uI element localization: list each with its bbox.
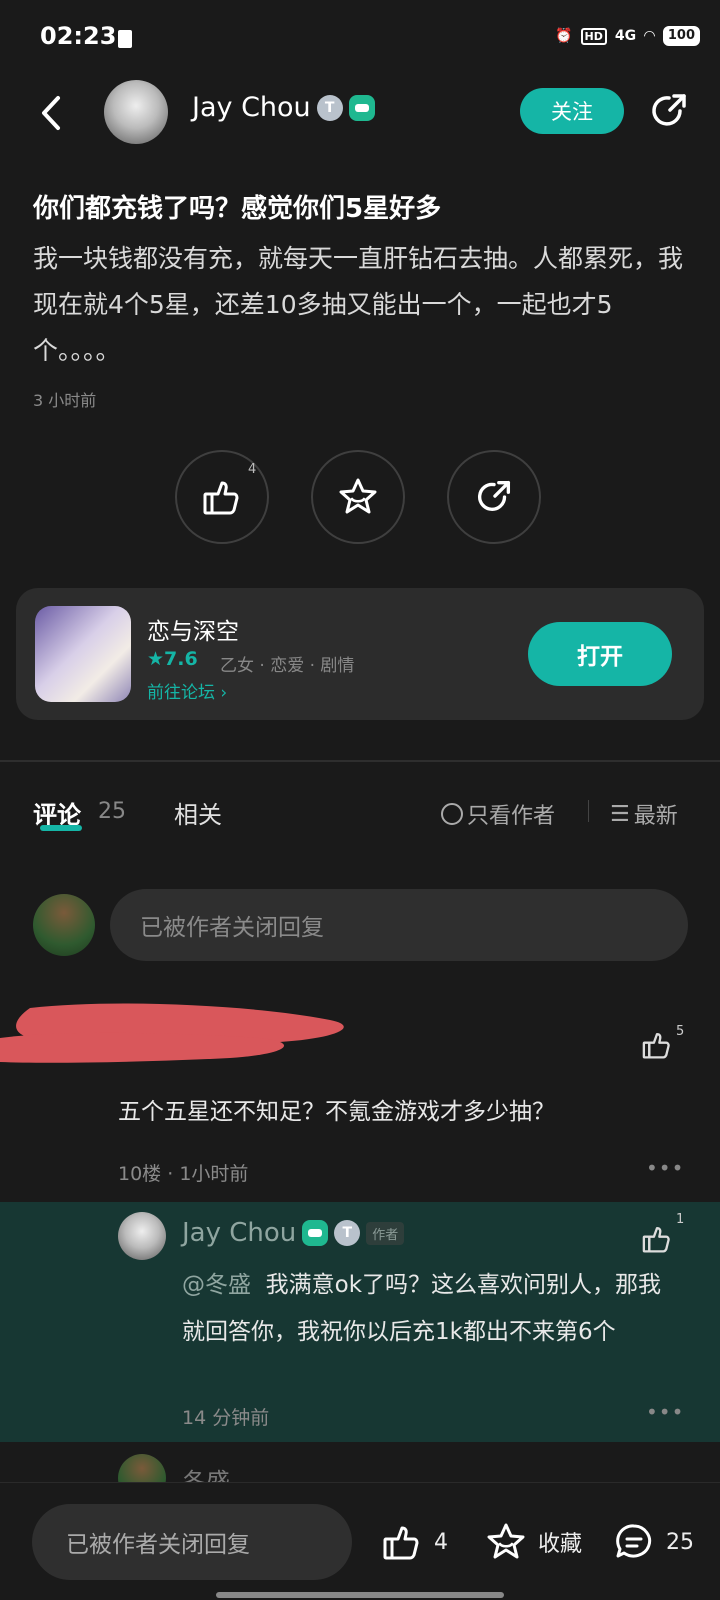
thumbs-up-icon bbox=[642, 1227, 670, 1253]
sort-toggle[interactable]: ☰ 最新 bbox=[610, 798, 678, 830]
author-info[interactable]: Jay Chou T bbox=[192, 92, 375, 123]
hd-icon: HD bbox=[580, 27, 607, 45]
forum-link[interactable]: 前往论坛 › bbox=[147, 678, 227, 703]
reply-like-button[interactable] bbox=[640, 1222, 674, 1260]
bottom-favorite-label: 收藏 bbox=[538, 1532, 583, 1557]
favorite-button[interactable] bbox=[311, 450, 405, 544]
reply-mention[interactable]: @冬盛 bbox=[182, 1272, 251, 1298]
bottom-like-count: 4 bbox=[434, 1529, 448, 1555]
sort-label: 最新 bbox=[633, 804, 678, 829]
comment-text: 五个五星还不知足？不氪金游戏才多少抽？ bbox=[118, 1099, 555, 1125]
radio-icon bbox=[441, 803, 463, 825]
app-rating: ★7.6 bbox=[147, 648, 198, 670]
back-button[interactable] bbox=[34, 88, 74, 138]
reply-author-info[interactable]: Jay Chou T 作者 bbox=[182, 1218, 405, 1248]
star-icon bbox=[487, 1523, 525, 1559]
comment-time: 1小时前 bbox=[179, 1163, 249, 1185]
more-options-icon[interactable]: ••• bbox=[646, 1400, 684, 1424]
sort-icon: ☰ bbox=[610, 801, 630, 827]
author-name: Jay Chou bbox=[192, 92, 311, 123]
tab-related[interactable]: 相关 bbox=[174, 795, 222, 830]
chevron-left-icon bbox=[42, 96, 60, 130]
share-button[interactable] bbox=[646, 88, 692, 134]
only-author-label: 只看作者 bbox=[467, 804, 556, 829]
reply-text: 我满意ok了吗？这么喜欢问别人，那我就回答你，我祝你以后充1k都出不来第6个 bbox=[182, 1272, 662, 1345]
bottom-like-button[interactable]: 4 bbox=[380, 1520, 448, 1564]
comment-floor: 10楼 bbox=[118, 1163, 162, 1185]
follow-button[interactable]: 关注 bbox=[520, 88, 624, 134]
author-avatar[interactable] bbox=[104, 80, 168, 144]
network-icon: 4G bbox=[614, 28, 637, 44]
comment-meta: 10楼 · 1小时前 bbox=[118, 1163, 249, 1185]
comment-icon bbox=[616, 1524, 652, 1558]
star-icon bbox=[339, 478, 377, 514]
status-icons: ⏰ HD 4G ◠ 100 bbox=[555, 26, 700, 46]
author-tag: 作者 bbox=[366, 1221, 405, 1245]
app-name: 恋与深空 bbox=[147, 619, 239, 645]
share-post-button[interactable] bbox=[447, 450, 541, 544]
alarm-icon: ⏰ bbox=[555, 28, 573, 44]
thumbs-up-icon bbox=[383, 1526, 419, 1560]
post-body: 我一块钱都没有充，就每天一直肝钻石去抽。人都累死，我现在就4个5星，还差10多抽… bbox=[33, 244, 684, 365]
open-app-button[interactable]: 打开 bbox=[528, 622, 672, 686]
status-time: 02:23 bbox=[40, 22, 117, 50]
bottom-reply-input[interactable]: 已被作者关闭回复 bbox=[32, 1504, 352, 1580]
share-icon bbox=[478, 480, 511, 511]
reply-time: 14 分钟前 bbox=[182, 1407, 270, 1429]
wifi-icon: ◠ bbox=[644, 28, 655, 44]
only-author-toggle[interactable]: 只看作者 bbox=[441, 798, 555, 830]
reply-text-block: @冬盛 我满意ok了吗？这么喜欢问别人，那我就回答你，我祝你以后充1k都出不来第… bbox=[182, 1262, 682, 1356]
clipboard-icon bbox=[118, 30, 132, 48]
separator bbox=[588, 800, 589, 822]
gamepad-badge-icon bbox=[348, 94, 375, 121]
thumbs-up-icon bbox=[203, 481, 239, 515]
comments-count: 25 bbox=[98, 799, 126, 824]
status-bar: 02:23 ⏰ HD 4G ◠ 100 bbox=[0, 0, 720, 78]
star-rating-icon: ★ bbox=[147, 648, 165, 670]
thumbs-up-icon bbox=[642, 1033, 670, 1059]
post-title: 你们都充钱了吗？感觉你们5星好多 bbox=[33, 194, 442, 224]
post-time: 3 小时前 bbox=[33, 391, 97, 410]
share-icon bbox=[652, 94, 686, 126]
divider bbox=[0, 760, 720, 762]
chevron-right-icon: › bbox=[220, 683, 228, 703]
rating-value: 7.6 bbox=[164, 648, 198, 670]
reply-author-name: Jay Chou bbox=[182, 1218, 297, 1248]
gamepad-badge-icon bbox=[302, 1220, 329, 1246]
app-tags: 乙女 · 恋爱 · 剧情 bbox=[220, 656, 355, 676]
level-badge: T bbox=[334, 1220, 361, 1246]
bottom-favorite-button[interactable]: 收藏 bbox=[484, 1520, 582, 1564]
app-icon[interactable] bbox=[35, 606, 131, 702]
reply-input[interactable]: 已被作者关闭回复 bbox=[110, 889, 688, 961]
forum-link-label: 前往论坛 bbox=[147, 683, 215, 703]
level-badge: T bbox=[316, 94, 343, 121]
home-indicator[interactable] bbox=[216, 1592, 504, 1598]
reply-like-count: 1 bbox=[676, 1212, 685, 1227]
bottom-comment-count: 25 bbox=[666, 1529, 694, 1555]
redacted-username bbox=[0, 1003, 344, 1063]
reply-author-avatar[interactable] bbox=[118, 1212, 166, 1260]
like-count: 4 bbox=[248, 462, 257, 477]
bottom-comment-button[interactable]: 25 bbox=[612, 1520, 694, 1564]
comment-like-button[interactable] bbox=[640, 1028, 674, 1066]
comment-like-count: 5 bbox=[676, 1024, 685, 1039]
active-tab-indicator bbox=[40, 825, 82, 831]
more-options-icon[interactable]: ••• bbox=[646, 1156, 684, 1180]
battery-icon: 100 bbox=[662, 26, 700, 46]
current-user-avatar bbox=[33, 894, 95, 956]
